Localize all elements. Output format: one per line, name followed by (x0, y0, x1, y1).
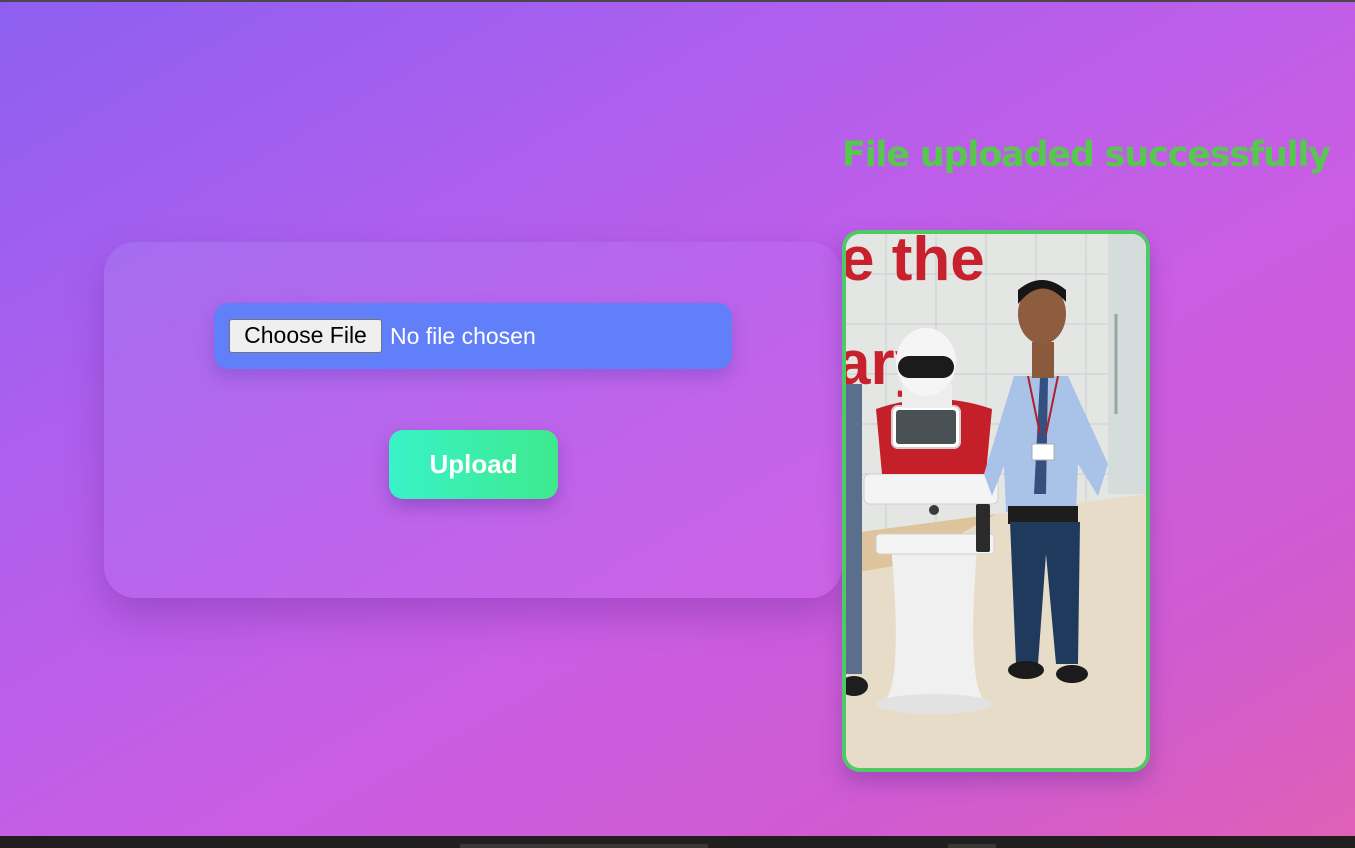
choose-file-button[interactable]: Choose File (229, 319, 382, 353)
file-status-text: No file chosen (390, 323, 536, 349)
upload-button[interactable]: Upload (389, 430, 558, 499)
upload-card (104, 242, 842, 598)
taskbar-app-icon[interactable] (948, 844, 996, 848)
uploaded-image-preview: e the ary (842, 230, 1150, 772)
wall-text-top: e the (846, 234, 985, 294)
preview-photo: e the ary (846, 234, 1146, 768)
taskbar-app-item[interactable] (460, 844, 708, 848)
upload-status-message: File uploaded successfully (842, 135, 1331, 175)
